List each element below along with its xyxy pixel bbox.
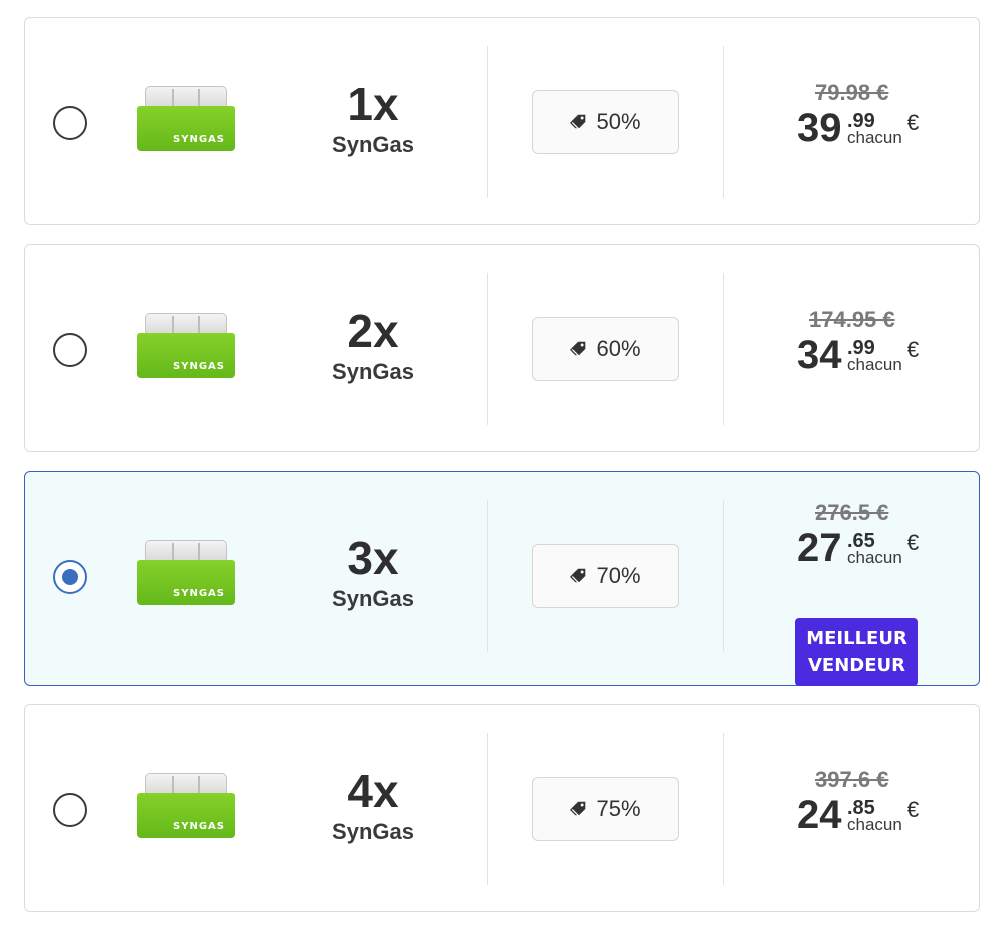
product-image: SYNGAS — [137, 773, 235, 839]
offer-product-name: SynGas — [332, 819, 414, 844]
price-integer: 39 — [797, 106, 842, 150]
old-price: 397.6 € — [815, 767, 889, 792]
badge-line-1: MEILLEUR — [806, 628, 907, 649]
product-image: SYNGAS — [137, 86, 235, 152]
price-per-unit: chacun — [847, 128, 902, 147]
price-integer: 27 — [797, 526, 842, 570]
price-currency: € — [907, 337, 920, 362]
offer-card-4x[interactable]: SYNGAS 4x SynGas 75% 397.6 € 24 .85 chac… — [24, 704, 980, 912]
divider — [487, 500, 488, 652]
tag-icon — [570, 341, 586, 356]
discount-badge: 50% — [532, 90, 679, 154]
discount-percent: 70% — [596, 563, 641, 588]
offer-radio[interactable] — [53, 333, 87, 367]
offer-card-2x[interactable]: SYNGAS 2x SynGas 60% 174.95 € 34 .99 cha… — [24, 244, 980, 452]
offer-quantity: 1x — [347, 78, 399, 130]
price-currency: € — [907, 110, 920, 135]
price-integer: 24 — [797, 793, 842, 837]
price-currency: € — [907, 797, 920, 822]
product-brand: SYNGAS — [173, 361, 225, 372]
tag-icon — [570, 114, 586, 129]
product-image: SYNGAS — [137, 540, 235, 606]
discount-percent: 60% — [596, 336, 641, 361]
divider — [487, 733, 488, 885]
offer-radio[interactable] — [53, 793, 87, 827]
price-per-unit: chacun — [847, 548, 902, 567]
best-seller-badge: MEILLEUR VENDEUR — [795, 618, 918, 686]
offer-radio[interactable] — [53, 106, 87, 140]
old-price: 174.95 € — [809, 307, 895, 332]
price-per-unit: chacun — [847, 355, 902, 374]
product-brand: SYNGAS — [173, 821, 225, 832]
tag-icon — [570, 568, 586, 583]
divider — [723, 500, 724, 652]
product-brand: SYNGAS — [173, 134, 225, 145]
price-currency: € — [907, 530, 920, 555]
offer-quantity: 4x — [347, 765, 399, 817]
offer-radio-selected[interactable] — [53, 560, 87, 594]
offer-product-name: SynGas — [332, 359, 414, 384]
discount-badge: 75% — [532, 777, 679, 841]
radio-dot — [62, 569, 78, 585]
offer-product-name: SynGas — [332, 586, 414, 611]
product-brand: SYNGAS — [173, 588, 225, 599]
divider — [723, 273, 724, 425]
old-price: 276.5 € — [815, 500, 889, 525]
price-integer: 34 — [797, 333, 842, 377]
badge-line-2: VENDEUR — [807, 655, 905, 676]
offer-quantity: 3x — [347, 532, 399, 584]
product-image: SYNGAS — [137, 313, 235, 379]
tag-icon — [570, 801, 586, 816]
divider — [723, 733, 724, 885]
discount-percent: 50% — [596, 109, 641, 134]
old-price: 79.98 € — [815, 80, 889, 105]
offer-card-3x[interactable]: SYNGAS 3x SynGas 70% 276.5 € 27 .65 chac… — [24, 471, 980, 686]
offer-product-name: SynGas — [332, 132, 414, 157]
divider — [487, 273, 488, 425]
divider — [723, 46, 724, 198]
discount-percent: 75% — [596, 796, 641, 821]
divider — [487, 46, 488, 198]
price-per-unit: chacun — [847, 815, 902, 834]
discount-badge: 60% — [532, 317, 679, 381]
discount-badge: 70% — [532, 544, 679, 608]
offer-quantity: 2x — [347, 305, 399, 357]
offer-card-1x[interactable]: SYNGAS 1x SynGas 50% 79.98 € 39 .99 chac… — [24, 17, 980, 225]
